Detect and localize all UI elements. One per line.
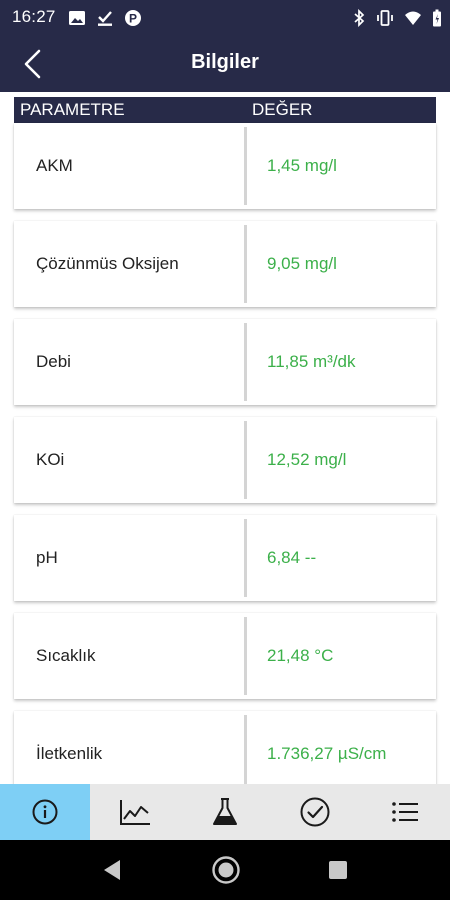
system-recents-icon[interactable] — [329, 861, 347, 879]
table-row: Sıcaklık 21,48 °C — [14, 613, 436, 699]
check-circle-icon — [300, 797, 330, 827]
table-row: İletkenlik 1.736,27 µS/cm — [14, 711, 436, 784]
row-divider — [244, 421, 247, 499]
nav-tab-info[interactable] — [0, 784, 90, 840]
column-header-parameter: PARAMETRE — [20, 100, 125, 119]
table-row: AKM 1,45 mg/l — [14, 123, 436, 209]
vibrate-icon — [377, 10, 393, 26]
app-bar: Bilgiler — [0, 36, 450, 92]
image-icon — [69, 11, 85, 25]
row-parameter-name: Sıcaklık — [36, 646, 96, 665]
row-divider — [244, 323, 247, 401]
system-status-icons — [352, 9, 442, 27]
table-row: Çözünmüs Oksijen 9,05 mg/l — [14, 221, 436, 307]
download-done-icon — [98, 11, 112, 26]
column-header-value: DEĞER — [252, 100, 313, 119]
status-time: 16:27 — [12, 7, 56, 26]
row-divider — [244, 715, 247, 784]
table-header: PARAMETRE DEĞER — [14, 97, 436, 123]
wifi-icon — [405, 11, 421, 25]
flask-icon — [213, 798, 237, 825]
row-parameter-name: AKM — [36, 156, 73, 175]
row-divider — [244, 617, 247, 695]
row-divider — [244, 519, 247, 597]
nav-tab-chart[interactable] — [90, 784, 180, 840]
notification-icons: P — [68, 9, 142, 27]
system-navigation-bar — [0, 840, 450, 900]
info-icon — [32, 799, 58, 825]
chart-icon — [120, 800, 150, 825]
row-parameter-name: İletkenlik — [36, 744, 103, 763]
row-parameter-name: pH — [36, 548, 58, 567]
system-back-icon[interactable] — [102, 859, 122, 881]
svg-text:P: P — [129, 12, 137, 26]
table-row: pH 6,84 -- — [14, 515, 436, 601]
row-parameter-value: 9,05 mg/l — [267, 254, 337, 273]
row-divider — [244, 127, 247, 205]
row-parameter-name: Debi — [36, 352, 71, 371]
page-title: Bilgiler — [191, 51, 259, 73]
row-parameter-value: 6,84 -- — [267, 548, 317, 567]
row-parameter-value: 1,45 mg/l — [267, 156, 337, 175]
parameter-list[interactable]: PARAMETRE DEĞER AKM 1,45 mg/l Çözünmüs O… — [0, 92, 450, 784]
row-parameter-value: 1.736,27 µS/cm — [267, 744, 387, 763]
nav-tab-list[interactable] — [360, 784, 450, 840]
row-parameter-value: 21,48 °C — [267, 646, 334, 665]
bluetooth-icon — [354, 9, 365, 27]
status-bar: 16:27 P — [0, 0, 450, 36]
list-icon — [392, 802, 418, 822]
table-row: Debi 11,85 m³/dk — [14, 319, 436, 405]
bottom-navigation — [0, 784, 450, 840]
nav-tab-check[interactable] — [270, 784, 360, 840]
row-parameter-name: KOi — [36, 450, 65, 469]
row-parameter-value: 11,85 m³/dk — [267, 352, 356, 371]
parking-icon: P — [125, 10, 141, 26]
battery-icon — [433, 9, 441, 27]
row-divider — [244, 225, 247, 303]
row-parameter-name: Çözünmüs Oksijen — [36, 254, 179, 273]
system-home-icon[interactable] — [211, 855, 241, 885]
table-row: KOi 12,52 mg/l — [14, 417, 436, 503]
row-parameter-value: 12,52 mg/l — [267, 450, 347, 469]
nav-tab-lab[interactable] — [180, 784, 270, 840]
